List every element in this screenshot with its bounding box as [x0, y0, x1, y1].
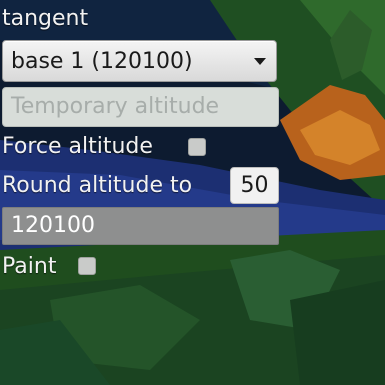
- panel-title: tangent: [2, 6, 89, 31]
- force-altitude-checkbox[interactable]: [188, 138, 206, 156]
- temporary-altitude-input[interactable]: Temporary altitude: [2, 87, 279, 127]
- force-altitude-label: Force altitude: [2, 134, 153, 159]
- paint-checkbox[interactable]: [78, 257, 96, 275]
- round-altitude-label: Round altitude to: [2, 173, 193, 198]
- paint-label: Paint: [2, 254, 57, 279]
- round-altitude-input[interactable]: 50: [230, 167, 279, 204]
- altitude-value-display: 120100: [2, 207, 279, 245]
- tangent-tool-panel: tangent base 1 (120100) Temporary altitu…: [0, 0, 285, 290]
- base-select-dropdown[interactable]: base 1 (120100): [2, 40, 277, 82]
- base-select-value: base 1 (120100): [11, 49, 193, 74]
- dropdown-arrow-icon: [254, 58, 266, 65]
